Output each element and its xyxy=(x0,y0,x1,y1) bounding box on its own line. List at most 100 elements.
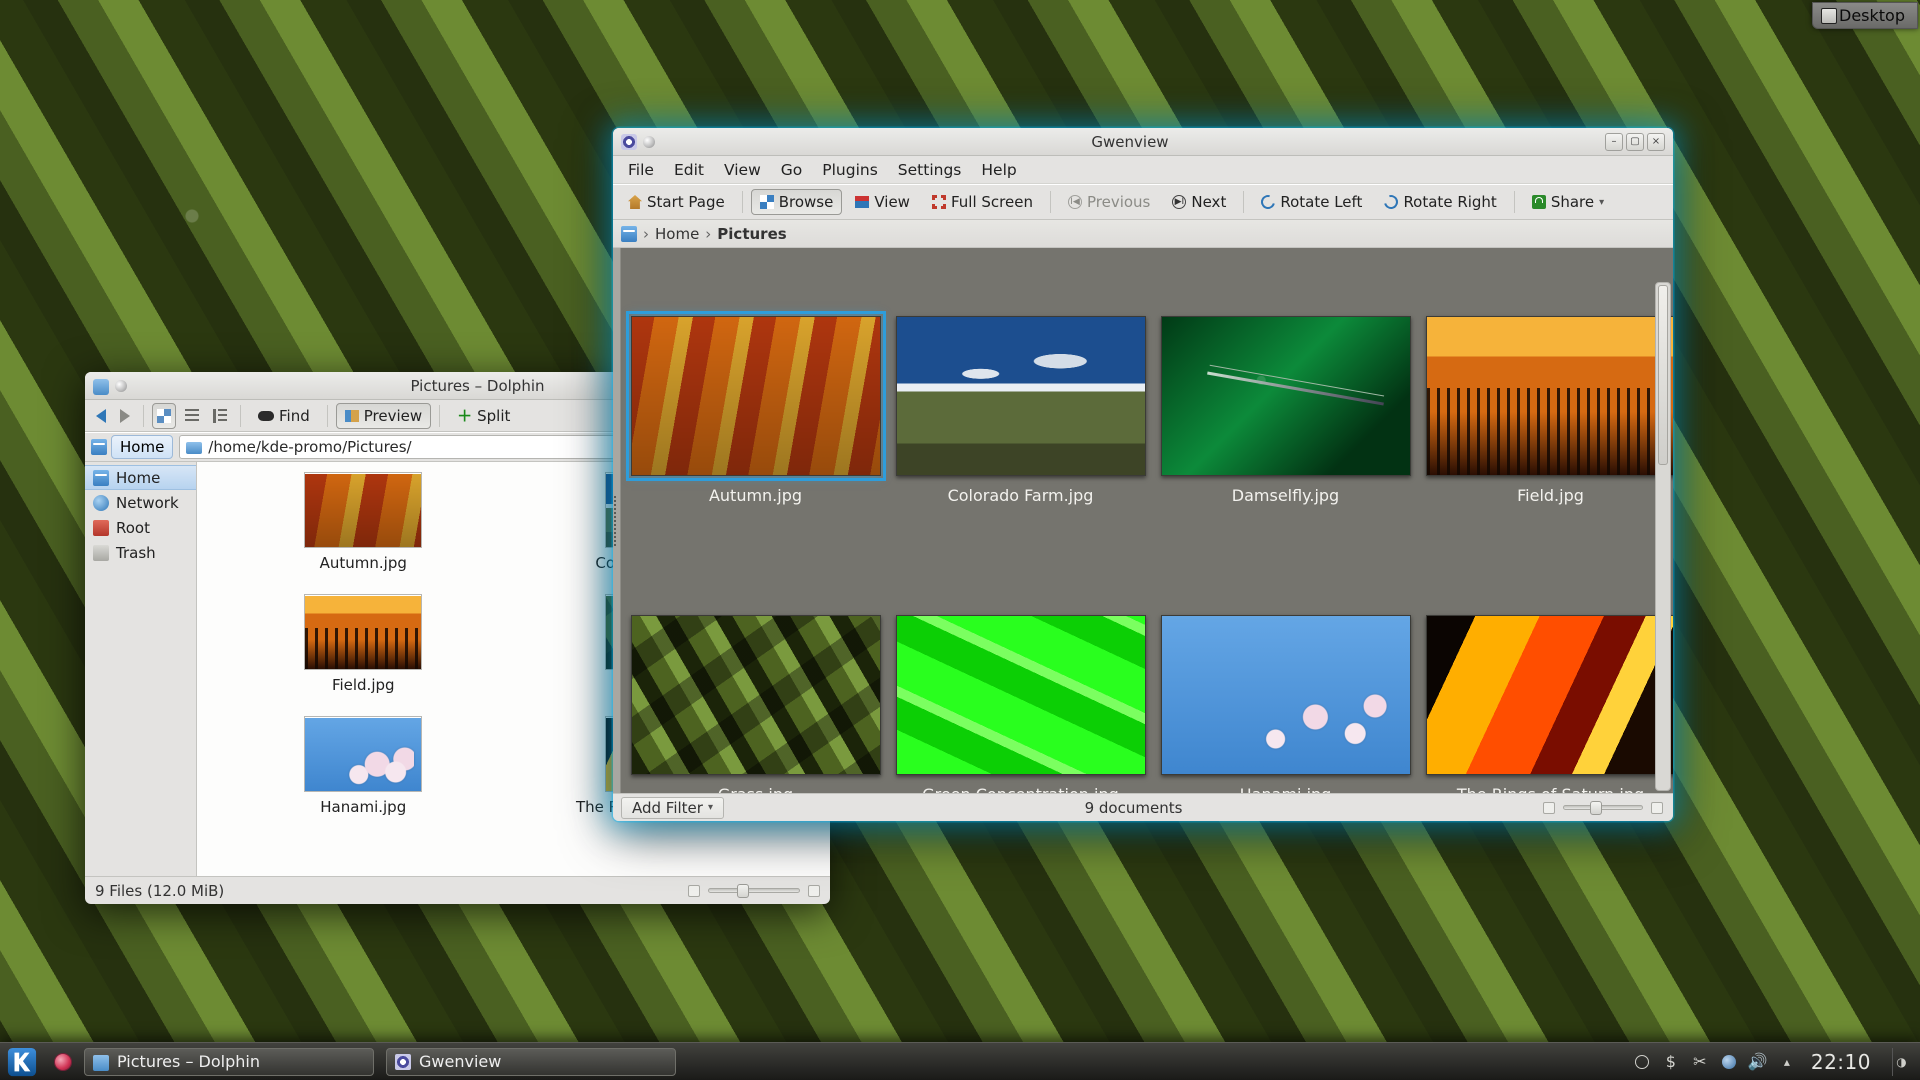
klipper-tray-icon[interactable]: $ xyxy=(1662,1053,1680,1071)
thumbnail xyxy=(304,594,422,670)
menu-go[interactable]: Go xyxy=(772,159,812,181)
place-network[interactable]: Network xyxy=(85,490,196,515)
skip-back-icon: I◀ xyxy=(1068,195,1082,209)
arrow-left-icon xyxy=(96,409,106,423)
scissors-tray-icon[interactable]: ✂ xyxy=(1691,1053,1709,1071)
file-name: Autumn.jpg xyxy=(320,554,407,572)
thumbnail-caption: Colorado Farm.jpg xyxy=(948,486,1094,505)
sidebar-splitter-handle[interactable] xyxy=(613,248,621,793)
vertical-scrollbar[interactable] xyxy=(1655,282,1671,791)
tray-expander[interactable]: ▴ xyxy=(1778,1053,1796,1071)
menu-file[interactable]: File xyxy=(619,159,663,181)
close-button[interactable]: × xyxy=(1647,133,1665,151)
start-page-label: Start Page xyxy=(647,193,725,211)
thumbnail-item[interactable]: Autumn.jpg xyxy=(629,316,882,505)
zoom-slider[interactable] xyxy=(1563,805,1643,810)
preview-label: Preview xyxy=(364,407,422,425)
thumbnail-caption: Grass.jpg xyxy=(718,785,793,793)
panel-toolbox[interactable]: ◑ xyxy=(1892,1048,1910,1076)
split-button[interactable]: ＋ Split xyxy=(448,403,519,429)
start-page-button[interactable]: Start Page xyxy=(619,189,734,215)
home-folder-icon xyxy=(621,226,637,242)
next-button[interactable]: ▶I Next xyxy=(1163,189,1235,215)
file-item[interactable]: Autumn.jpg xyxy=(258,472,468,572)
back-button[interactable] xyxy=(91,403,111,429)
grid-icon xyxy=(157,409,171,423)
folder-icon xyxy=(93,379,109,395)
zoom-control xyxy=(688,885,820,897)
thumbnail-area[interactable]: Autumn.jpg Colorado Farm.jpg Damselfly.jpg… xyxy=(621,248,1673,793)
zoom-out-button[interactable] xyxy=(688,885,700,897)
thumbnail-caption: The Rings of Saturn.jpg xyxy=(1457,785,1644,793)
zoom-slider-handle[interactable] xyxy=(1590,801,1602,815)
clock[interactable]: 22:10 xyxy=(1807,1050,1881,1074)
network-tray-icon[interactable] xyxy=(1720,1053,1738,1071)
info-tray-icon[interactable] xyxy=(1633,1053,1651,1071)
forward-button[interactable] xyxy=(115,403,135,429)
preview-button[interactable]: Preview xyxy=(336,403,431,429)
browse-button[interactable]: Browse xyxy=(751,189,843,215)
thumbnail-item[interactable]: Green Concentration.jpg xyxy=(894,615,1147,793)
gwenview-window: Gwenview – ▢ × File Edit View Go Plugins… xyxy=(613,128,1673,821)
breadcrumb-home[interactable]: Home xyxy=(111,435,173,459)
volume-tray-icon[interactable]: 🔊 xyxy=(1749,1053,1767,1071)
window-menu-icon[interactable] xyxy=(643,136,655,148)
toolbar-separator xyxy=(742,191,743,213)
view-button[interactable]: View xyxy=(846,189,919,215)
thumbnail-caption: Green Concentration.jpg xyxy=(922,785,1119,793)
maximize-button[interactable]: ▢ xyxy=(1626,133,1644,151)
thumbnail-item[interactable]: Hanami.jpg xyxy=(1159,615,1412,793)
zoom-slider[interactable] xyxy=(708,888,800,893)
place-home[interactable]: Home xyxy=(85,465,196,490)
previous-button[interactable]: I◀ Previous xyxy=(1059,189,1159,215)
share-button[interactable]: Share ▾ xyxy=(1523,189,1613,215)
details-view-button[interactable] xyxy=(208,403,232,429)
file-item[interactable]: Hanami.jpg xyxy=(258,716,468,816)
thumbnail-item[interactable]: Grass.jpg xyxy=(629,615,882,793)
thumbnail xyxy=(896,316,1146,476)
rotate-right-button[interactable]: Rotate Right xyxy=(1375,189,1505,215)
menu-plugins[interactable]: Plugins xyxy=(813,159,887,181)
menu-help[interactable]: Help xyxy=(972,159,1025,181)
toolbar-separator xyxy=(439,405,440,427)
zoom-slider-handle[interactable] xyxy=(737,884,749,898)
zoom-in-button[interactable] xyxy=(1651,802,1663,814)
thumbnail-item[interactable]: Field.jpg xyxy=(1424,316,1673,505)
scrollbar-thumb[interactable] xyxy=(1658,285,1668,465)
desktop-toolbox-button[interactable]: Desktop xyxy=(1812,2,1918,29)
split-plus-icon: ＋ xyxy=(457,405,472,426)
compact-view-button[interactable] xyxy=(180,403,204,429)
thumbnail-item[interactable]: Colorado Farm.jpg xyxy=(894,316,1147,505)
skip-forward-icon: ▶I xyxy=(1172,195,1186,209)
globe-icon xyxy=(93,495,109,511)
thumbnail-caption: Field.jpg xyxy=(1517,486,1584,505)
icons-view-button[interactable] xyxy=(152,403,176,429)
thumbnail xyxy=(304,716,422,792)
thumbnail-item[interactable]: Damselfly.jpg xyxy=(1159,316,1412,505)
minimize-button[interactable]: – xyxy=(1605,133,1623,151)
breadcrumb-home[interactable]: Home xyxy=(655,225,699,243)
file-item[interactable]: Field.jpg xyxy=(258,594,468,694)
add-filter-button[interactable]: Add Filter ▾ xyxy=(621,797,724,819)
application-launcher[interactable] xyxy=(0,1043,44,1080)
zoom-in-button[interactable] xyxy=(808,885,820,897)
activity-switcher[interactable] xyxy=(54,1053,72,1071)
breadcrumb-current[interactable]: Pictures xyxy=(717,225,786,243)
menu-settings[interactable]: Settings xyxy=(889,159,971,181)
taskbar-item-gwenview[interactable]: Gwenview xyxy=(386,1048,676,1076)
find-button[interactable]: Find xyxy=(249,403,319,429)
menu-view[interactable]: View xyxy=(715,159,770,181)
thumbnail xyxy=(896,615,1146,775)
gwenview-titlebar[interactable]: Gwenview – ▢ × xyxy=(613,128,1673,156)
window-menu-icon[interactable] xyxy=(115,380,127,392)
place-trash[interactable]: Trash xyxy=(85,540,196,565)
thumbnail-item[interactable]: The Rings of Saturn.jpg xyxy=(1424,615,1673,793)
menu-edit[interactable]: Edit xyxy=(665,159,713,181)
fullscreen-button[interactable]: Full Screen xyxy=(923,189,1042,215)
thumbnail xyxy=(1161,316,1411,476)
zoom-out-button[interactable] xyxy=(1543,802,1555,814)
place-root[interactable]: Root xyxy=(85,515,196,540)
home-icon xyxy=(628,195,642,209)
taskbar-item-dolphin[interactable]: Pictures – Dolphin xyxy=(84,1048,374,1076)
rotate-left-button[interactable]: Rotate Left xyxy=(1252,189,1371,215)
